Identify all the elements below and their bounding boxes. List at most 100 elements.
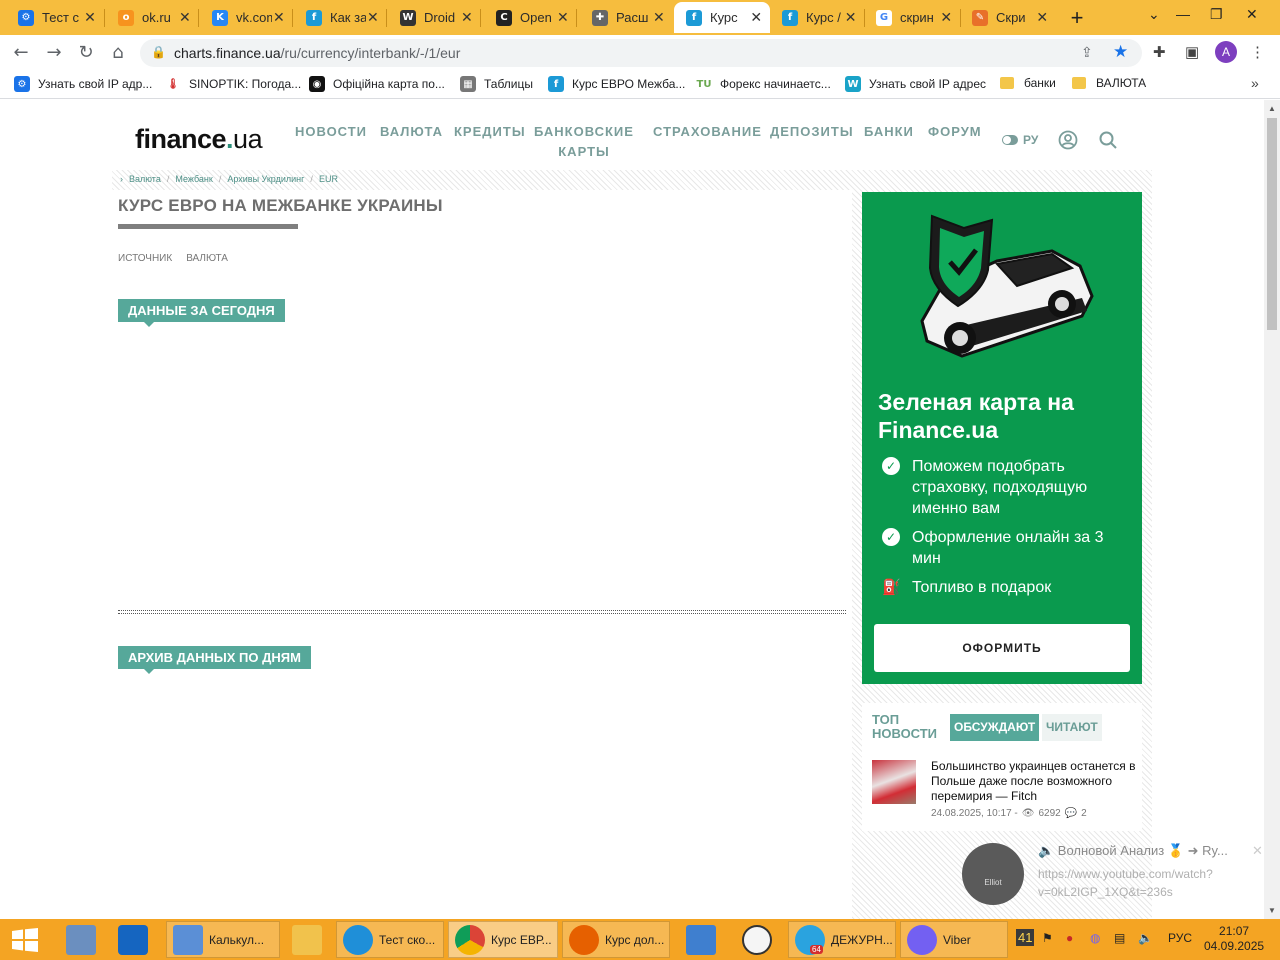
taskbar-app[interactable]: Тест ско... — [336, 921, 444, 958]
bookmark-item[interactable]: ⚙ Узнать свой IP адр... — [14, 76, 152, 92]
nav-forum[interactable]: ФОРУМ — [928, 122, 982, 142]
scroll-up-icon[interactable]: ▲ — [1268, 104, 1276, 113]
tab-discussed[interactable]: ОБСУЖДАЮТ — [950, 714, 1040, 741]
bookmark-folder[interactable]: ВАЛЮТА — [1072, 76, 1146, 90]
green-card-ad[interactable]: Зеленая карта на Finance.ua ✓ Поможем под… — [862, 192, 1142, 684]
defender-icon[interactable] — [112, 921, 152, 958]
clock[interactable]: 21:07 04.09.2025 — [1204, 924, 1264, 954]
tab-7-active[interactable]: f Курс ✕ — [674, 2, 770, 33]
breadcrumb-item[interactable]: EUR — [319, 174, 338, 184]
close-icon[interactable]: ✕ — [272, 9, 286, 26]
lock-icon[interactable]: 🔒 — [151, 45, 166, 59]
page-scrollbar[interactable]: ▲ ▼ — [1264, 100, 1280, 919]
bookmark-item[interactable]: TU Форекс начинаетс... — [696, 76, 831, 92]
search-icon[interactable] — [1098, 130, 1118, 150]
tab-4[interactable]: W Droid ✕ — [386, 2, 480, 33]
news-item-title[interactable]: Большинство украинцев останется в Польше… — [931, 759, 1136, 804]
new-tab-button[interactable]: + — [1066, 5, 1088, 31]
side-panel-icon[interactable]: ▣ — [1185, 43, 1199, 61]
antivirus-icon[interactable]: ● — [1066, 931, 1073, 945]
breadcrumb-item[interactable]: Межбанк — [175, 174, 213, 184]
bookmark-star-icon[interactable]: ★ — [1113, 42, 1128, 62]
file-explorer-icon[interactable] — [286, 921, 326, 958]
site-logo[interactable]: finance.ua — [135, 124, 263, 155]
close-icon[interactable]: ✕ — [556, 9, 570, 26]
viber-tray-icon[interactable]: ◍ — [1090, 931, 1100, 945]
tab-9[interactable]: Gскрин ✕ — [864, 2, 960, 33]
minimize-icon[interactable]: — — [1176, 6, 1190, 22]
close-icon[interactable]: ✕ — [843, 9, 858, 26]
back-icon[interactable]: ← — [10, 42, 32, 63]
tab-8[interactable]: f Курс / ✕ — [770, 2, 864, 33]
flag-icon[interactable]: ⚑ — [1042, 931, 1053, 945]
tab-0[interactable]: ⚙ Тест с ✕ — [0, 2, 104, 33]
close-icon[interactable]: ✕ — [366, 9, 380, 26]
notification-popup[interactable]: Elliot 🔈 Волновой Анализ 🥇 ➜ Ry... https… — [962, 843, 1264, 905]
taskbar-app-active[interactable]: Курс ЕВР... — [448, 921, 558, 958]
breadcrumb-item[interactable]: Архивы Укрдилинг — [227, 174, 304, 184]
nav-banks[interactable]: БАНКИ — [864, 122, 914, 142]
close-icon[interactable]: ✕ — [652, 9, 666, 26]
taskbar-app[interactable]: Viber — [900, 921, 1008, 958]
tab-6[interactable]: ✚ Расш ✕ — [576, 2, 672, 33]
bookmarks-more-icon[interactable]: » — [1251, 75, 1259, 91]
tray-counter[interactable]: 41 — [1016, 929, 1035, 946]
bookmark-item[interactable]: f Курс ЕВРО Межба... — [548, 76, 685, 92]
close-icon[interactable]: ✕ — [82, 9, 98, 26]
extensions-icon[interactable]: ✚ — [1153, 43, 1166, 61]
clock-app-icon[interactable] — [736, 921, 776, 958]
order-button[interactable]: ОФОРМИТЬ — [874, 624, 1130, 672]
nav-deposits[interactable]: ДЕПОЗИТЫ — [770, 122, 854, 142]
close-icon[interactable]: ✕ — [1252, 843, 1263, 859]
tab-10[interactable]: ✎ Скри ✕ — [960, 2, 1056, 33]
address-bar[interactable]: 🔒 charts.finance.ua/ru/currency/interban… — [140, 39, 1142, 67]
taskbar-app[interactable]: Калькул... — [166, 921, 280, 958]
nav-currency[interactable]: ВАЛЮТА — [380, 122, 443, 142]
nav-news[interactable]: НОВОСТИ — [295, 122, 367, 142]
nav-insurance[interactable]: СТРАХОВАНИЕ — [653, 122, 762, 142]
restore-icon[interactable]: ❐ — [1210, 6, 1223, 23]
start-icon[interactable] — [12, 928, 38, 952]
tab-5[interactable]: C Open ✕ — [480, 2, 576, 33]
close-icon[interactable]: ✕ — [460, 9, 474, 26]
url-text[interactable]: charts.finance.ua/ru/currency/interbank/… — [174, 45, 460, 61]
close-icon[interactable]: ✕ — [749, 9, 764, 26]
bookmark-folder[interactable]: банки — [1000, 76, 1056, 90]
bookmark-item[interactable]: 🌡 SINOPTIK: Погода... — [165, 76, 301, 92]
taskbar-app[interactable]: ДЕЖУРН... — [788, 921, 896, 958]
user-icon[interactable] — [1058, 130, 1078, 150]
reload-icon[interactable]: ↻ — [75, 42, 97, 63]
bookmark-item[interactable]: W Узнать свой IP адрес — [845, 76, 986, 92]
filter-source[interactable]: ИСТОЧНИК — [118, 253, 172, 264]
breadcrumb-item[interactable]: Валюта — [129, 174, 161, 184]
tab-1[interactable]: о ok.ru ✕ — [104, 2, 198, 33]
control-panel-icon[interactable] — [680, 921, 720, 958]
news-thumbnail[interactable] — [872, 760, 916, 804]
tab-3[interactable]: f Как за ✕ — [292, 2, 386, 33]
close-icon[interactable]: ✕ — [178, 9, 192, 26]
language-switch[interactable]: РУ — [1002, 133, 1038, 147]
home-icon[interactable]: ⌂ — [107, 42, 129, 63]
filter-currency[interactable]: ВАЛЮТА — [186, 253, 228, 264]
taskbar-app[interactable]: Курс дол... — [562, 921, 670, 958]
forward-icon[interactable]: → — [43, 42, 65, 63]
share-icon[interactable]: ⇪ — [1081, 44, 1093, 61]
window-close-icon[interactable]: ✕ — [1246, 6, 1258, 23]
bookmark-item[interactable]: ◉ Офіційна карта по... — [309, 76, 445, 92]
task-manager-icon[interactable] — [60, 921, 100, 958]
close-icon[interactable]: ✕ — [1035, 9, 1050, 26]
tab-2[interactable]: Kvk.com✕ — [198, 2, 292, 33]
language-indicator[interactable]: РУС — [1168, 931, 1192, 945]
network-icon[interactable]: ▤ — [1114, 931, 1125, 945]
close-icon[interactable]: ✕ — [939, 9, 954, 26]
scroll-thumb[interactable] — [1267, 118, 1277, 330]
scroll-down-icon[interactable]: ▼ — [1268, 906, 1276, 915]
tab-reading[interactable]: ЧИТАЮТ — [1042, 714, 1102, 741]
tab-search-icon[interactable]: ⌄ — [1148, 6, 1160, 23]
menu-icon[interactable]: ⋮ — [1250, 43, 1265, 61]
nav-credits[interactable]: КРЕДИТЫ — [454, 122, 526, 142]
bookmark-item[interactable]: ▦ Таблицы — [460, 76, 533, 92]
nav-bank-cards[interactable]: БАНКОВСКИЕ КАРТЫ — [534, 122, 634, 162]
profile-avatar[interactable]: A — [1215, 41, 1237, 63]
volume-icon[interactable]: 🔈 — [1138, 931, 1153, 945]
